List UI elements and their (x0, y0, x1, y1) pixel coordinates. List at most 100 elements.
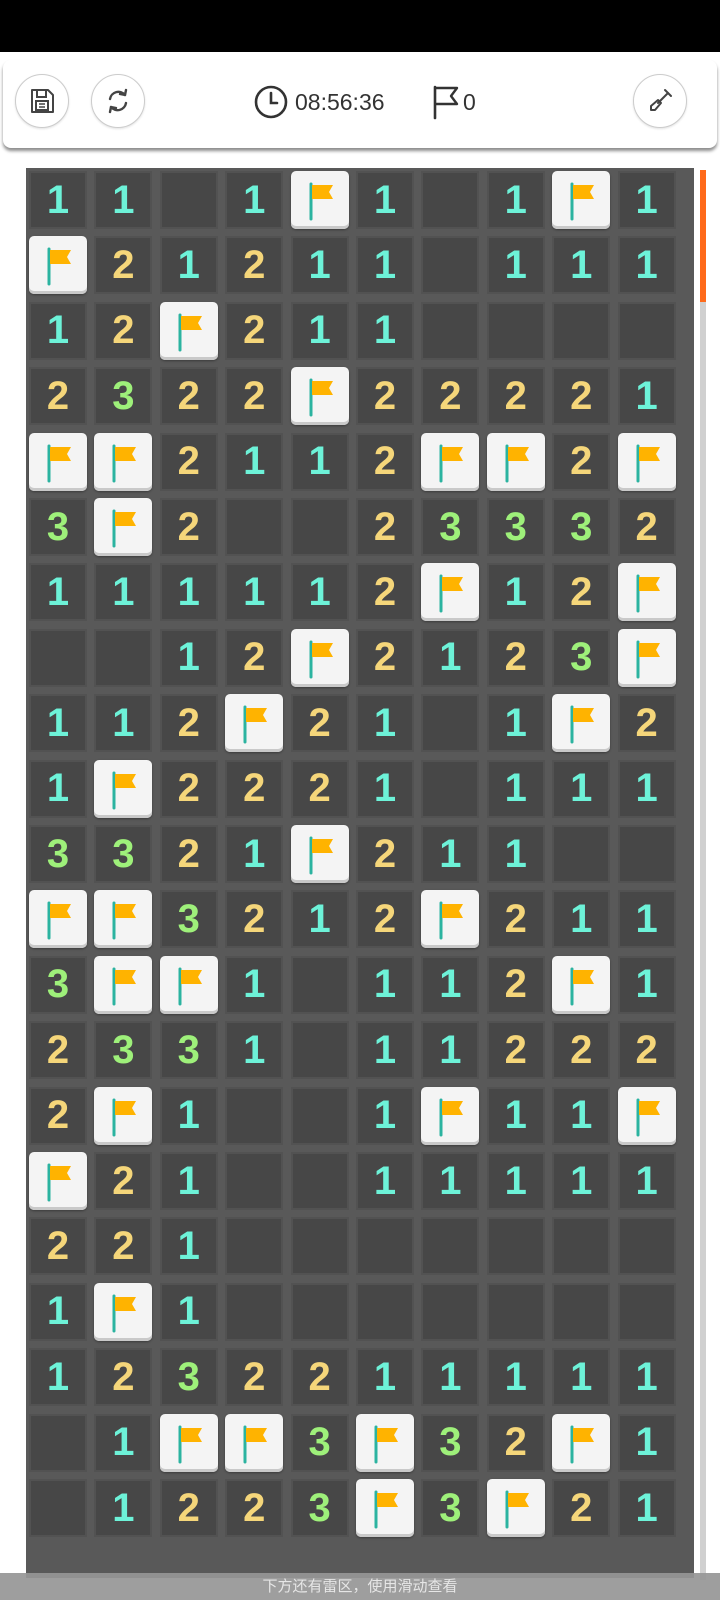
flagged-cell[interactable] (29, 236, 87, 295)
number-cell[interactable]: 1 (421, 1348, 480, 1407)
number-cell[interactable]: 3 (290, 1413, 349, 1472)
empty-cell[interactable] (290, 498, 349, 556)
empty-cell[interactable] (421, 301, 480, 360)
number-cell[interactable]: 1 (356, 759, 414, 818)
flagged-cell[interactable] (421, 432, 480, 491)
empty-cell[interactable] (29, 1479, 87, 1537)
number-cell[interactable]: 3 (290, 1479, 349, 1537)
number-cell[interactable]: 2 (94, 236, 153, 295)
number-cell[interactable]: 1 (421, 825, 480, 883)
flagged-cell[interactable] (29, 890, 87, 949)
number-cell[interactable]: 1 (356, 1086, 414, 1145)
number-cell[interactable]: 1 (552, 1152, 611, 1210)
number-cell[interactable]: 2 (356, 628, 414, 687)
scrollbar-track[interactable] (700, 170, 706, 1580)
number-cell[interactable]: 1 (617, 367, 676, 426)
number-cell[interactable]: 1 (290, 890, 349, 949)
number-cell[interactable]: 1 (225, 563, 284, 622)
flagged-cell[interactable] (290, 628, 349, 687)
number-cell[interactable]: 1 (486, 694, 545, 753)
number-cell[interactable]: 1 (356, 955, 414, 1014)
flagged-cell[interactable] (94, 955, 153, 1014)
flagged-cell[interactable] (29, 432, 87, 491)
number-cell[interactable]: 1 (356, 1021, 414, 1080)
number-cell[interactable]: 2 (290, 759, 349, 818)
number-cell[interactable]: 2 (29, 1217, 87, 1276)
number-cell[interactable]: 3 (159, 1021, 218, 1080)
number-cell[interactable]: 1 (617, 955, 676, 1014)
empty-cell[interactable] (486, 1282, 545, 1341)
flagged-cell[interactable] (94, 1282, 153, 1341)
number-cell[interactable]: 1 (94, 563, 153, 622)
flagged-cell[interactable] (94, 1086, 153, 1145)
number-cell[interactable]: 2 (421, 367, 480, 426)
number-cell[interactable]: 2 (486, 1413, 545, 1472)
number-cell[interactable]: 3 (29, 955, 87, 1014)
number-cell[interactable]: 1 (159, 563, 218, 622)
flagged-cell[interactable] (617, 432, 676, 491)
empty-cell[interactable] (94, 628, 153, 687)
number-cell[interactable]: 1 (225, 955, 284, 1014)
number-cell[interactable]: 1 (29, 1348, 87, 1407)
number-cell[interactable]: 1 (159, 1152, 218, 1210)
number-cell[interactable]: 2 (225, 236, 284, 295)
flagged-cell[interactable] (94, 759, 153, 818)
number-cell[interactable]: 2 (356, 432, 414, 491)
number-cell[interactable]: 2 (225, 890, 284, 949)
empty-cell[interactable] (225, 1282, 284, 1341)
flagged-cell[interactable] (552, 694, 611, 753)
empty-cell[interactable] (421, 171, 480, 229)
flagged-cell[interactable] (225, 1413, 284, 1472)
number-cell[interactable]: 3 (421, 1479, 480, 1537)
number-cell[interactable]: 1 (29, 301, 87, 360)
flagged-cell[interactable] (225, 694, 284, 753)
number-cell[interactable]: 2 (225, 301, 284, 360)
number-cell[interactable]: 2 (159, 498, 218, 556)
number-cell[interactable]: 1 (486, 236, 545, 295)
flagged-cell[interactable] (552, 955, 611, 1014)
empty-cell[interactable] (552, 1282, 611, 1341)
shovel-tool-button[interactable] (633, 74, 687, 128)
number-cell[interactable]: 1 (617, 1348, 676, 1407)
number-cell[interactable]: 2 (225, 367, 284, 426)
flagged-cell[interactable] (617, 1086, 676, 1145)
number-cell[interactable]: 1 (94, 1413, 153, 1472)
number-cell[interactable]: 1 (29, 694, 87, 753)
number-cell[interactable]: 2 (159, 432, 218, 491)
number-cell[interactable]: 2 (486, 890, 545, 949)
number-cell[interactable]: 2 (225, 759, 284, 818)
number-cell[interactable]: 1 (617, 1413, 676, 1472)
empty-cell[interactable] (552, 1217, 611, 1276)
number-cell[interactable]: 3 (94, 825, 153, 883)
number-cell[interactable]: 1 (421, 1152, 480, 1210)
number-cell[interactable]: 1 (421, 955, 480, 1014)
number-cell[interactable]: 2 (486, 1021, 545, 1080)
number-cell[interactable]: 2 (159, 694, 218, 753)
number-cell[interactable]: 1 (552, 236, 611, 295)
number-cell[interactable]: 2 (356, 825, 414, 883)
empty-cell[interactable] (290, 1282, 349, 1341)
number-cell[interactable]: 1 (94, 694, 153, 753)
empty-cell[interactable] (290, 1152, 349, 1210)
empty-cell[interactable] (159, 171, 218, 229)
number-cell[interactable]: 2 (94, 1348, 153, 1407)
scrollbar-thumb[interactable] (700, 170, 706, 302)
number-cell[interactable]: 1 (617, 236, 676, 295)
flagged-cell[interactable] (290, 171, 349, 229)
empty-cell[interactable] (617, 1217, 676, 1276)
number-cell[interactable]: 2 (159, 1479, 218, 1537)
empty-cell[interactable] (225, 1086, 284, 1145)
number-cell[interactable]: 1 (552, 890, 611, 949)
number-cell[interactable]: 1 (356, 694, 414, 753)
number-cell[interactable]: 2 (159, 367, 218, 426)
empty-cell[interactable] (356, 1217, 414, 1276)
flagged-cell[interactable] (159, 955, 218, 1014)
number-cell[interactable]: 3 (486, 498, 545, 556)
number-cell[interactable]: 1 (94, 1479, 153, 1537)
number-cell[interactable]: 1 (356, 301, 414, 360)
flagged-cell[interactable] (552, 1413, 611, 1472)
empty-cell[interactable] (29, 628, 87, 687)
number-cell[interactable]: 2 (356, 563, 414, 622)
flagged-cell[interactable] (356, 1479, 414, 1537)
number-cell[interactable]: 3 (94, 1021, 153, 1080)
